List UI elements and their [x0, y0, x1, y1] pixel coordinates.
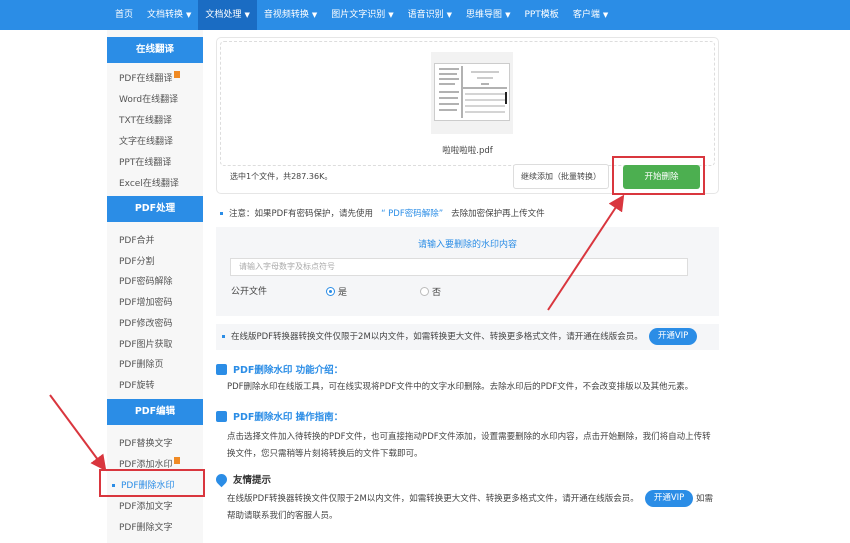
bullet-icon	[220, 212, 223, 215]
sidebar-item[interactable]: Word在线翻译	[119, 92, 178, 105]
sidebar-item[interactable]: PDF删除页	[119, 357, 164, 370]
drop-zone[interactable]: 啦啦啦啦.pdf	[220, 41, 715, 166]
pdf-page-preview	[434, 63, 510, 121]
highlight-box-start	[612, 156, 705, 195]
nav-speech[interactable]: 语音识别 ▼	[401, 0, 459, 30]
sidebar-item[interactable]: PDF删除文字	[119, 520, 173, 533]
open-vip-button[interactable]: 开通VIP	[648, 328, 698, 345]
sidebar: 在线翻译 PDF在线翻译 Word在线翻译 TXT在线翻译 文字在线翻译 PPT…	[107, 30, 203, 543]
nav-doc-convert[interactable]: 文档转换 ▼	[140, 0, 198, 30]
radio-label: 否	[432, 288, 442, 298]
sidebar-item[interactable]: PDF旋转	[119, 378, 155, 391]
nav-av-convert[interactable]: 音视频转换 ▼	[257, 0, 324, 30]
sidebar-item[interactable]: PDF在线翻译	[119, 71, 180, 84]
selection-summary: 选中1个文件，共287.36K。	[230, 172, 333, 181]
arrow-to-sidebar-icon	[49, 394, 107, 472]
sidebar-header-pdf-edit: PDF编辑	[107, 399, 203, 425]
guide-heading: PDF删除水印 操作指南：	[216, 409, 343, 423]
sidebar-item[interactable]: PDF替换文字	[119, 436, 173, 449]
nav-label: 思维导图	[466, 10, 503, 20]
nav-mindmap[interactable]: 思维导图 ▼	[459, 0, 517, 30]
nav-label: 文档处理	[205, 10, 242, 20]
nav-client[interactable]: 客户端 ▼	[566, 0, 615, 30]
open-vip-button-2[interactable]: 开通VIP	[644, 490, 694, 507]
caret-down-icon: ▼	[446, 11, 453, 19]
nav-label: 语音识别	[407, 10, 444, 20]
sidebar-item[interactable]: 文字在线翻译	[119, 134, 173, 147]
document-preview-icon	[439, 66, 507, 118]
nav-home[interactable]: 首页	[108, 0, 140, 30]
nav-label: 音视频转换	[263, 10, 309, 20]
sidebar-item[interactable]: PDF密码解除	[119, 274, 173, 287]
nav-ppt[interactable]: PPT模板	[517, 0, 565, 30]
caret-down-icon: ▼	[244, 11, 250, 19]
bullet-icon	[222, 335, 225, 338]
radio-checked-icon	[326, 287, 335, 296]
sidebar-item[interactable]: PDF添加文字	[119, 499, 173, 512]
pdf-unlock-link[interactable]: “ PDF密码解除”	[381, 209, 443, 219]
guide-doc-icon	[216, 410, 227, 422]
hot-badge-icon	[173, 457, 180, 464]
sidebar-item[interactable]: PDF修改密码	[119, 316, 173, 329]
password-note: 注意：如果PDF有密码保护，请先使用 “ PDF密码解除” 去除加密保护再上传文件	[220, 207, 545, 219]
watermark-form: 请输入要删除的水印内容 请输入字母数字及标点符号 公开文件 是 否	[216, 227, 719, 316]
nav-label: PPT模板	[524, 10, 559, 20]
nav-ocr[interactable]: 图片文字识别 ▼	[324, 0, 400, 30]
nav-label: 文档转换	[147, 10, 184, 20]
hot-badge-icon	[173, 71, 180, 78]
top-nav: 首页 文档转换 ▼ 文档处理 ▼ 音视频转换 ▼ 图片文字识别 ▼ 语音识别 ▼ 思维导图…	[0, 0, 850, 30]
radio-no[interactable]: 否	[420, 285, 441, 298]
note-text: 注意：如果PDF有密码保护，请先使用	[229, 209, 374, 219]
sidebar-item[interactable]: PDF增加密码	[119, 295, 173, 308]
file-name: 啦啦啦啦.pdf	[442, 146, 493, 156]
watermark-title: 请输入要删除的水印内容	[417, 240, 517, 250]
caret-down-icon: ▼	[311, 11, 318, 19]
vip-text: 在线版PDF转换器转换文件仅限于2M以内文件，如需转换更大文件、转换更多格式文件…	[231, 332, 643, 342]
caret-down-icon: ▼	[602, 11, 609, 19]
nav-label: 客户端	[572, 10, 600, 20]
heading-text: PDF删除水印 功能介绍：	[233, 365, 344, 376]
tips-text: 在线版PDF转换器转换文件仅限于2M以内文件，如需转换更大文件、转换更多格式文件…	[227, 490, 717, 525]
sidebar-item[interactable]: TXT在线翻译	[119, 113, 172, 126]
file-thumbnail[interactable]	[431, 52, 513, 134]
note-text: 去除加密保护再上传文件	[451, 209, 545, 219]
radio-yes[interactable]: 是	[326, 285, 347, 298]
nav-doc-process[interactable]: 文档处理 ▼	[198, 0, 257, 30]
sidebar-item[interactable]: PDF图片获取	[119, 337, 173, 350]
radio-unchecked-icon	[420, 287, 429, 296]
nav-label: 首页	[115, 10, 134, 20]
sidebar-header-pdf-process: PDF处理	[107, 196, 203, 222]
sidebar-item[interactable]: PDF合并	[119, 233, 155, 246]
item-label: PDF在线翻译	[119, 74, 173, 84]
sidebar-item[interactable]: PDF分割	[119, 254, 155, 267]
heading-text: 友情提示	[233, 475, 272, 486]
nav-label: 图片文字识别	[331, 10, 386, 20]
tips-heading: 友情提示	[213, 471, 272, 487]
intro-heading: PDF删除水印 功能介绍：	[216, 362, 343, 376]
location-pin-icon	[213, 471, 230, 487]
sidebar-item[interactable]: PPT在线翻译	[119, 155, 171, 168]
intro-text: PDF删除水印在线版工具，可在线实现将PDF文件中的文字水印删除。去除水印后的P…	[227, 382, 694, 392]
sidebar-item[interactable]: Excel在线翻译	[119, 176, 179, 189]
radio-label: 是	[338, 288, 348, 298]
caret-down-icon: ▼	[186, 11, 192, 19]
sidebar-header-translate: 在线翻译	[107, 37, 203, 63]
heading-text: PDF删除水印 操作指南：	[233, 412, 344, 423]
info-book-icon	[216, 363, 227, 375]
highlight-box-sidebar	[99, 469, 205, 497]
vip-bar: 在线版PDF转换器转换文件仅限于2M以内文件，如需转换更大文件、转换更多格式文件…	[216, 324, 719, 350]
caret-down-icon: ▼	[505, 11, 511, 19]
caret-down-icon: ▼	[388, 11, 394, 19]
public-file-label: 公开文件	[231, 287, 268, 297]
add-more-button[interactable]: 继续添加（批量转换）	[513, 164, 609, 189]
guide-text: 点击选择文件加入待转换的PDF文件，也可直接拖动PDF文件添加，设置需要删除的水…	[227, 432, 711, 459]
tips-body: 在线版PDF转换器转换文件仅限于2M以内文件，如需转换更大文件、转换更多格式文件…	[227, 494, 639, 504]
watermark-input[interactable]: 请输入字母数字及标点符号	[230, 258, 688, 276]
